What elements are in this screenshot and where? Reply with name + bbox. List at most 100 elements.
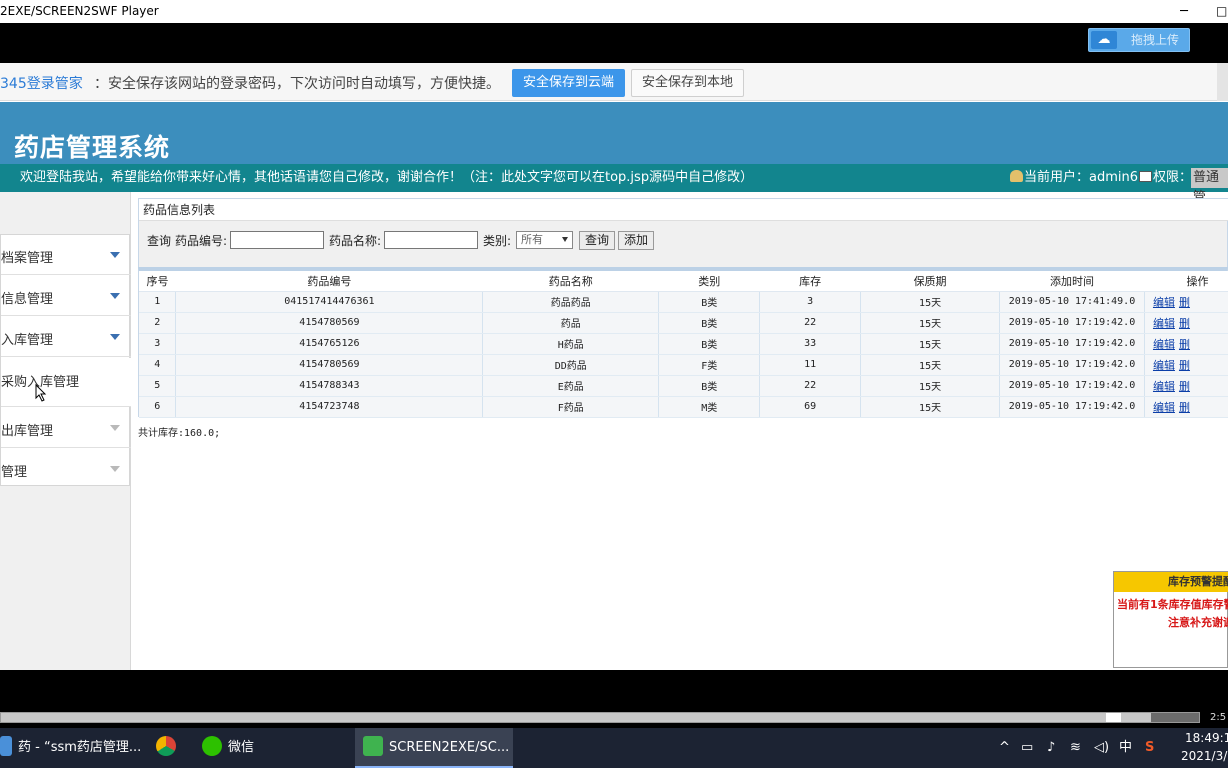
delete-link[interactable]: 删 <box>1179 338 1190 351</box>
sidebar-item-info[interactable]: 信息管理 <box>1 276 131 316</box>
cell-stock: 22 <box>759 312 862 334</box>
table-row: 1 041517414476361 药品药品 B类 3 15天 2019-05-10 17:… <box>139 291 1228 313</box>
stock-warning-popup: 库存预警提醒 当前有1条库存值库存警 注意补充谢谢 <box>1113 571 1228 668</box>
sidebar-item-label: 管理 <box>1 465 28 480</box>
clock-date[interactable]: 2021/3/ <box>1181 749 1227 763</box>
cell-shelf: 15天 <box>860 291 1001 313</box>
microphone-icon[interactable]: ♪ <box>1047 728 1055 768</box>
password-manager-message: ：安全保存该网站的登录密码，下次访问时自动填写，方便快捷。 <box>94 76 500 92</box>
page-scrollbar[interactable] <box>1217 63 1228 101</box>
cell-code: 4154723748 <box>175 396 484 418</box>
wifi-icon[interactable]: ≋ <box>1070 728 1081 768</box>
column-header: 操作 <box>1144 271 1228 292</box>
edit-link[interactable]: 编辑 <box>1153 359 1175 372</box>
delete-link[interactable]: 删 <box>1179 296 1190 309</box>
table-row: 2 4154780569 药品 B类 22 15天 2019-05-10 17:19:42.… <box>139 312 1228 334</box>
cell-time: 2019-05-10 17:19:42.0 <box>999 312 1145 334</box>
table-row: 5 4154788343 E药品 B类 22 15天 2019-05-10 17:19:42… <box>139 375 1228 397</box>
delete-link[interactable]: 删 <box>1179 317 1190 330</box>
sidebar-item-stock-in[interactable]: 入库管理 <box>1 317 131 357</box>
minimize-button[interactable]: ─ <box>1174 0 1194 23</box>
player-title: 2EXE/SCREEN2SWF Player <box>0 4 159 18</box>
cell-time: 2019-05-10 17:19:42.0 <box>999 375 1145 397</box>
delete-link[interactable]: 删 <box>1179 401 1190 414</box>
save-to-cloud-button[interactable]: 安全保存到云端 <box>512 69 625 97</box>
drug-code-input[interactable] <box>230 231 324 249</box>
taskbar-item-label: 微信 <box>228 740 255 755</box>
table-row: 4 4154780569 DD药品 F类 11 15天 2019-05-10 17:19:4… <box>139 354 1228 376</box>
column-header: 药品名称 <box>482 271 659 292</box>
sidebar-item-label: 入库管理 <box>1 333 54 348</box>
chevron-down-icon <box>110 293 120 299</box>
seek-progress <box>1 713 1151 722</box>
save-to-local-button[interactable]: 安全保存到本地 <box>631 69 744 97</box>
cell-cat: B类 <box>658 375 761 397</box>
sidebar-item-manage[interactable]: 管理 <box>1 449 131 489</box>
table-row: 3 4154765126 H药品 B类 33 15天 2019-05-10 17:19:42… <box>139 333 1228 355</box>
column-header: 库存 <box>759 271 861 292</box>
category-label: 类别: <box>483 234 512 248</box>
code-label: 药品编号: <box>175 234 228 248</box>
warning-note: 注意补充谢谢 <box>1168 616 1228 629</box>
cell-stock: 22 <box>759 375 862 397</box>
screen2exe-icon <box>363 736 383 756</box>
cell-time: 2019-05-10 17:19:42.0 <box>999 354 1145 376</box>
drug-list-section: 药品信息列表 查询 药品编号: 药品名称: 类别: 所有 查询 添加 序号 药品… <box>138 198 1228 439</box>
delete-link[interactable]: 删 <box>1179 359 1190 372</box>
ime-indicator[interactable]: 中 <box>1119 728 1132 768</box>
system-name: 药店管理系统 <box>14 133 171 162</box>
cell-shelf: 15天 <box>860 375 1001 397</box>
chevron-up-icon[interactable]: ^ <box>999 728 1010 768</box>
battery-icon[interactable]: ▭ <box>1021 728 1033 768</box>
taskbar-item-chrome[interactable] <box>156 728 186 768</box>
edit-link[interactable]: 编辑 <box>1153 401 1175 414</box>
chevron-down-icon <box>110 466 120 472</box>
cell-no: 5 <box>139 375 177 397</box>
cell-shelf: 15天 <box>860 333 1001 355</box>
cell-code: 4154788343 <box>175 375 484 397</box>
edit-link[interactable]: 编辑 <box>1153 338 1175 351</box>
drug-name-input[interactable] <box>384 231 478 249</box>
cell-time: 2019-05-10 17:19:42.0 <box>999 396 1145 418</box>
sidebar-item-archive[interactable]: 档案管理 <box>1 235 131 275</box>
total-stock: 共计库存:160.0; <box>138 428 221 439</box>
edit-link[interactable]: 编辑 <box>1153 317 1175 330</box>
password-manager-brand[interactable]: 345登录管家 <box>0 73 83 93</box>
permission: 权限： <box>1139 164 1192 192</box>
delete-link[interactable]: 删 <box>1179 380 1190 393</box>
permission-value: 普通管 <box>1191 168 1228 205</box>
cell-cat: F类 <box>658 354 761 376</box>
cell-name: F药品 <box>482 396 660 418</box>
add-button[interactable]: 添加 <box>618 231 655 250</box>
cell-name: E药品 <box>482 375 660 397</box>
seek-thumb[interactable] <box>1106 713 1121 722</box>
taskbar-item-file[interactable]: 药 - “ssm药店管理... <box>0 728 148 768</box>
cell-stock: 69 <box>759 396 862 418</box>
query-button[interactable]: 查询 <box>579 231 616 250</box>
warning-title: 库存预警提醒 <box>1114 572 1228 592</box>
edit-link[interactable]: 编辑 <box>1153 380 1175 393</box>
clock-time[interactable]: 18:49:12 <box>1185 731 1228 745</box>
taskbar-item-wechat[interactable]: 微信 <box>202 728 302 768</box>
site-header: 药店管理系统 <box>0 102 1228 164</box>
sidebar-item-label: 出库管理 <box>1 424 54 439</box>
table-body: 1 041517414476361 药品药品 B类 3 15天 2019-05-10 17:… <box>139 291 1228 418</box>
current-user-label: 当前用户：admin6 <box>1024 170 1139 185</box>
table-row: 6 4154723748 F药品 M类 69 15天 2019-05-10 17:19:42… <box>139 396 1228 418</box>
cell-cat: B类 <box>658 312 761 334</box>
chevron-down-icon <box>110 252 120 258</box>
drag-upload-button[interactable]: ☁ 拖拽上传 <box>1088 28 1190 52</box>
category-select[interactable]: 所有 <box>516 231 573 249</box>
taskbar-item-screen2exe[interactable]: SCREEN2EXE/SC... <box>355 728 513 768</box>
sidebar-item-label: 信息管理 <box>1 292 54 307</box>
edit-link[interactable]: 编辑 <box>1153 296 1175 309</box>
sidebar-item-purchase-in[interactable]: 采购入库管理 <box>1 358 131 407</box>
sogou-icon[interactable]: S <box>1145 728 1154 768</box>
maximize-button[interactable]: □ <box>1216 0 1228 23</box>
sidebar-item-stock-out[interactable]: 出库管理 <box>1 408 131 448</box>
playback-seek-bar[interactable] <box>0 712 1200 723</box>
cell-no: 6 <box>139 396 177 418</box>
speaker-icon[interactable]: ◁) <box>1094 728 1109 768</box>
sidebar-menu: 档案管理 信息管理 入库管理 采购入库管理 出库管理 管理 <box>0 234 131 489</box>
column-header: 序号 <box>139 271 176 292</box>
